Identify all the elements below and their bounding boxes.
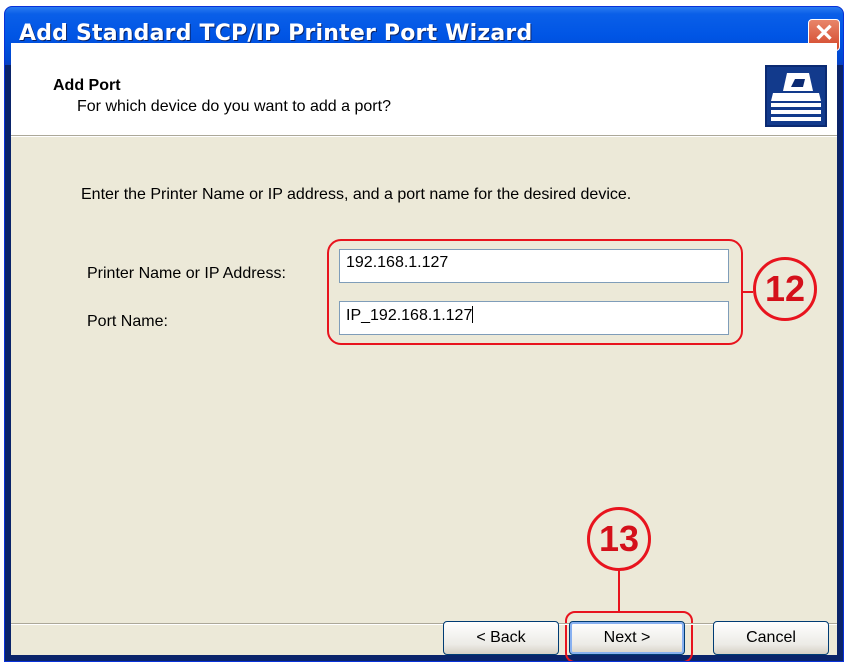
header-divider <box>11 135 837 137</box>
printer-icon <box>765 65 827 127</box>
annotation-connector <box>618 571 620 613</box>
page-title: Add Port <box>53 77 121 94</box>
port-name-label: Port Name: <box>87 313 168 330</box>
annotation-step-13: 13 <box>587 507 651 571</box>
annotation-step-12: 12 <box>753 257 817 321</box>
printer-name-label: Printer Name or IP Address: <box>87 265 286 282</box>
back-button[interactable]: < Back <box>443 621 559 655</box>
instruction-text: Enter the Printer Name or IP address, an… <box>81 186 632 203</box>
wizard-client-area: Add Port For which device do you want to… <box>11 43 837 661</box>
page-subtitle: For which device do you want to add a po… <box>77 98 391 115</box>
wizard-header: Add Port For which device do you want to… <box>11 43 837 135</box>
annotation-fields-highlight <box>327 239 743 345</box>
cancel-button[interactable]: Cancel <box>713 621 829 655</box>
annotation-connector <box>743 291 753 293</box>
next-button[interactable]: Next > <box>569 621 685 655</box>
wizard-window: Add Standard TCP/IP Printer Port Wizard … <box>4 6 844 662</box>
